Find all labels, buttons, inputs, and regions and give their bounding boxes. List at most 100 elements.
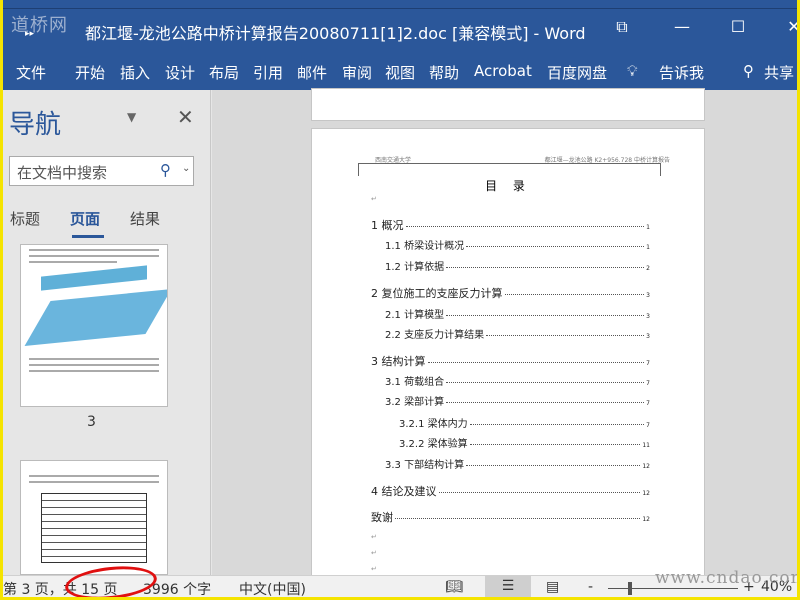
toc-title: 目 录	[485, 179, 531, 193]
toc-entry[interactable]: 4 结论及建议 12	[371, 483, 650, 499]
toc-page-number: 3	[646, 333, 650, 340]
chevron-down-icon[interactable]: ⌄	[182, 163, 190, 174]
tab-baidu-netdisk[interactable]: 百度网盘	[547, 62, 607, 83]
tab-insert[interactable]: 插入	[120, 62, 150, 83]
margin-corner	[660, 163, 661, 176]
quick-access-icon[interactable]: ▸▸	[25, 29, 34, 39]
tab-layout[interactable]: 布局	[209, 62, 239, 83]
toc-entry[interactable]: 2 复位施工的支座反力计算 3	[371, 285, 650, 301]
toc-leader	[427, 362, 645, 363]
title-bar: 道桥网 ▸▸ 都江堰-龙池公路中桥计算报告20080711[1]2.doc [兼…	[3, 9, 797, 55]
toc-leader	[446, 315, 645, 316]
toc-entry-text: 3.2 梁部计算	[385, 397, 445, 408]
toc-page-number: 12	[642, 490, 650, 497]
toc-page-number: 11	[642, 442, 650, 449]
toc-leader	[446, 402, 645, 403]
nav-search-input[interactable]: 在文档中搜索 ⚲ ⌄	[9, 156, 194, 186]
toc-entry[interactable]: 3 结构计算 7	[371, 353, 650, 369]
toc-entry-text: 1.1 桥梁设计概况	[385, 241, 465, 252]
watermark-logo: 道桥网	[11, 15, 68, 36]
toc-entry-text: 4 结论及建议	[371, 485, 437, 498]
page-thumbnail-3[interactable]	[20, 244, 168, 407]
toc-leader	[438, 492, 641, 493]
toc-entry[interactable]: 3.2 梁部计算 7	[385, 393, 650, 408]
nav-tab-pages[interactable]: 页面	[70, 208, 100, 229]
toc-entry[interactable]: 1.1 桥梁设计概况 1	[385, 237, 650, 252]
page-thumbnail-4[interactable]	[20, 460, 168, 575]
toc-entry[interactable]: 2.1 计算模型 3	[385, 306, 650, 321]
zoom-slider-thumb[interactable]	[628, 582, 632, 595]
minimize-button[interactable]: —	[667, 17, 697, 36]
paragraph-mark: ↵	[371, 195, 377, 203]
print-layout-icon[interactable]: ☰	[485, 576, 531, 597]
toc-leader	[395, 518, 641, 519]
web-layout-icon[interactable]: ▤	[546, 579, 559, 595]
toc-entry[interactable]: 3.2.2 梁体验算 11	[399, 435, 650, 450]
language[interactable]: 中文(中国)	[239, 579, 306, 597]
share-icon[interactable]: ⚲	[743, 62, 754, 80]
maximize-button[interactable]: ☐	[723, 17, 753, 36]
toc-entry[interactable]: 2.2 支座反力计算结果 3	[385, 326, 650, 341]
toc-entry-text: 3.3 下部结构计算	[385, 460, 465, 471]
header-rule	[358, 163, 660, 164]
previous-page	[311, 88, 705, 121]
toc-page-number: 7	[646, 422, 650, 429]
toc-entry[interactable]: 3.1 荷载组合 7	[385, 373, 650, 388]
toc-entry-text: 1 概况	[371, 219, 404, 232]
toc-entry[interactable]: 3.3 下部结构计算 12	[385, 456, 650, 471]
close-button[interactable]: ✕	[779, 17, 797, 36]
tab-design[interactable]: 设计	[165, 62, 195, 83]
toc-page-number: 12	[642, 516, 650, 523]
toc-leader	[466, 465, 641, 466]
toc-page-number: 12	[642, 463, 650, 470]
toc-leader	[466, 246, 645, 247]
search-icon[interactable]: ⚲	[160, 161, 171, 179]
nav-pane-title: 导航	[9, 110, 62, 140]
toc-leader	[469, 444, 641, 445]
window-title: 都江堰-龙池公路中桥计算报告20080711[1]2.doc [兼容模式] - …	[85, 24, 586, 43]
tab-help[interactable]: 帮助	[429, 62, 459, 83]
lightbulb-icon[interactable]: 💡︎	[627, 62, 638, 80]
document-area: 西南交通大学 都江堰—龙池公路 K2+956.728 中桥计算报告 目 录 ↵ 1…	[212, 88, 797, 589]
search-placeholder: 在文档中搜索	[17, 164, 108, 182]
toc-page-number: 3	[646, 292, 650, 299]
toc-entry[interactable]: 3.2.1 梁体内力 7	[399, 415, 650, 430]
ribbon-tabs: 文件 开始 插入 设计 布局 引用 邮件 审阅 视图 帮助 Acrobat 百度…	[3, 55, 797, 90]
paragraph-mark: ↵	[371, 549, 377, 557]
toc-entry-text: 2.1 计算模型	[385, 310, 445, 321]
toc-entry-text: 3.2.2 梁体验算	[399, 439, 468, 450]
toc-page-number: 1	[646, 244, 650, 251]
document-page[interactable]: 西南交通大学 都江堰—龙池公路 K2+956.728 中桥计算报告 目 录 ↵ 1…	[311, 128, 705, 589]
tab-view[interactable]: 视图	[385, 62, 415, 83]
ribbon-display-options-button[interactable]: ⧉	[607, 17, 637, 37]
nav-tab-headings[interactable]: 标题	[10, 208, 40, 229]
toc-entry[interactable]: 1.2 计算依据 2	[385, 258, 650, 273]
paragraph-mark: ↵	[371, 533, 377, 541]
toc-entry[interactable]: 致谢 12	[371, 509, 650, 525]
toc-entry[interactable]: 1 概况 1	[371, 217, 650, 233]
tab-file[interactable]: 文件	[16, 62, 46, 83]
margin-corner	[358, 163, 359, 176]
nav-tab-results[interactable]: 结果	[130, 208, 160, 229]
toc-page-number: 1	[646, 224, 650, 231]
toc-page-number: 7	[646, 380, 650, 387]
tab-acrobat[interactable]: Acrobat	[474, 62, 532, 80]
thumbnail-page-number: 3	[87, 414, 96, 430]
tab-references[interactable]: 引用	[253, 62, 283, 83]
nav-close-icon[interactable]: ✕	[177, 105, 194, 129]
toc-page-number: 7	[646, 360, 650, 367]
tab-mailings[interactable]: 邮件	[297, 62, 327, 83]
tab-review[interactable]: 审阅	[342, 62, 372, 83]
zoom-out-button[interactable]: -	[588, 579, 593, 595]
toc-entry-text: 3.2.1 梁体内力	[399, 419, 468, 430]
toc-entry-text: 1.2 计算依据	[385, 262, 445, 273]
tell-me-button[interactable]: 告诉我	[659, 62, 704, 83]
tab-home[interactable]: 开始	[75, 62, 105, 83]
toc-page-number: 2	[646, 265, 650, 272]
toc-entry-text: 3.1 荷载组合	[385, 377, 445, 388]
paragraph-mark: ↵	[371, 565, 377, 573]
read-mode-icon[interactable]: 📖︎	[445, 579, 463, 595]
nav-options-dropdown-icon[interactable]: ▼	[127, 110, 136, 124]
toc-leader	[405, 226, 645, 227]
share-button[interactable]: 共享	[764, 62, 794, 83]
